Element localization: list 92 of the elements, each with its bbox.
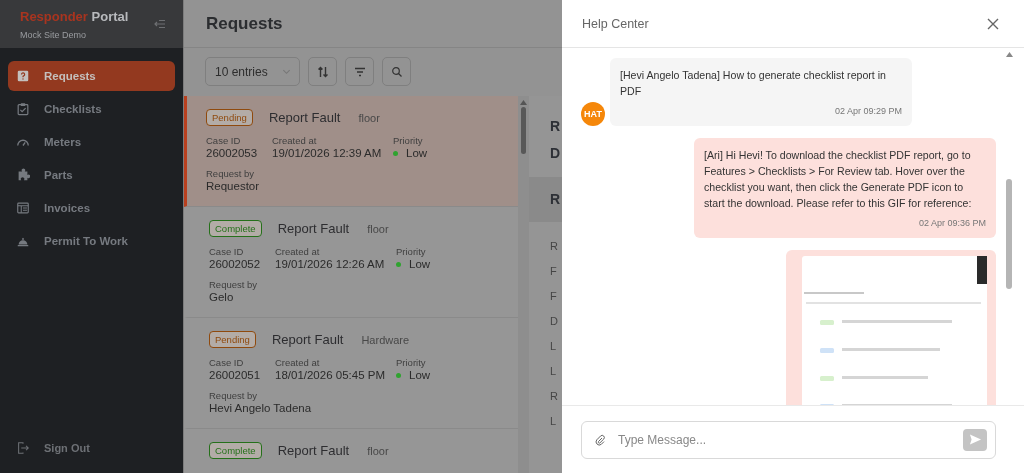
request-card[interactable]: Pending Report Fault floor Case ID Created at Priority 26002053 19/01/2026 12:39 AM Low Request by Requestor [184, 96, 518, 207]
panel-title: Help Center [582, 16, 649, 31]
detail-field-label: F [549, 289, 558, 304]
field-label: Request by [209, 390, 259, 401]
field-label: Created at [275, 357, 321, 368]
message-field[interactable]: Type Message... [581, 420, 996, 459]
nav-item[interactable]: Requests [8, 61, 175, 91]
filter-icon [353, 65, 366, 78]
message-text: [Hevi Angelo Tadena] How to generate checklist report in PDF [620, 68, 887, 99]
field-label: Created at [272, 135, 318, 146]
request-card[interactable]: Complete Report Fault floor [184, 429, 518, 473]
sign-out-icon [16, 441, 30, 455]
request-title: Report Fault [268, 110, 341, 125]
send-button[interactable] [963, 428, 987, 451]
user-avatar: HAT [581, 102, 605, 126]
requester-name: Hevi Angelo Tadena [209, 402, 313, 414]
sign-out-button[interactable]: Sign Out [0, 441, 183, 473]
scrollbar-thumb[interactable] [520, 107, 526, 154]
request-title: Report Fault [277, 221, 350, 236]
detail-field-label: R [549, 239, 559, 254]
scrollbar-thumb[interactable] [1006, 179, 1012, 289]
field-label: Request by [209, 279, 259, 290]
detail-field-label: L [549, 414, 558, 429]
status-badge: Complete [209, 442, 262, 459]
status-badge: Complete [209, 220, 262, 237]
attachment-icon[interactable] [594, 433, 606, 446]
message-input[interactable]: Type Message... [616, 431, 953, 448]
detail-heading: R [549, 117, 562, 136]
request-category: floor [358, 111, 380, 124]
requester-name: Requestor [206, 180, 261, 192]
request-category: floor [367, 444, 389, 457]
status-badge: Pending [206, 109, 253, 126]
case-id: 26002051 [209, 369, 262, 381]
message-text: [Ari] Hi Hevi! To download the checklist PDF report, go to Features > Checklists > For Review tab. Hover over the checklist you want, then click the Generate PDF icon to start the download. Please refer to this GIF for reference: [704, 148, 973, 211]
priority-value: Low [406, 147, 428, 159]
created-date: 18/01/2026 05:45 PM [275, 369, 386, 381]
search-button[interactable] [382, 57, 411, 86]
collapse-menu-icon[interactable] [154, 18, 166, 30]
nav-item[interactable]: Invoices [8, 193, 175, 223]
created-date: 19/01/2026 12:39 AM [272, 147, 383, 159]
field-label: Priority [396, 357, 427, 368]
puzzle-piece-icon [16, 168, 30, 182]
scroll-up-arrow-icon[interactable] [519, 100, 527, 105]
scroll-up-arrow-icon[interactable] [1005, 52, 1013, 57]
detail-field-label: D [549, 314, 559, 329]
nav-item[interactable]: Parts [8, 160, 175, 190]
field-label: Request by [206, 168, 256, 179]
question-mark-icon [16, 69, 30, 83]
nav-item[interactable]: Checklists [8, 94, 175, 124]
case-id: 26002053 [206, 147, 259, 159]
detail-field-label: F [549, 264, 558, 279]
field-label: Case ID [206, 135, 242, 146]
detail-field-label: L [549, 339, 558, 354]
field-label: Priority [396, 246, 427, 257]
message-time: 02 Apr 09:29 PM [833, 105, 902, 118]
table-icon [16, 201, 30, 215]
priority-value: Low [409, 258, 431, 270]
field-label: Case ID [209, 357, 245, 368]
request-card[interactable]: Complete Report Fault floor Case ID Created at Priority 26002052 19/01/2026 12:26 AM Low Request by Gelo [184, 207, 518, 318]
sort-button[interactable] [308, 57, 337, 86]
field-label: Created at [275, 246, 321, 257]
brand-title: Responder Portal [20, 8, 129, 24]
created-date: 19/01/2026 12:26 AM [275, 258, 386, 270]
filter-button[interactable] [345, 57, 374, 86]
priority-value: Low [409, 369, 431, 381]
field-label: Case ID [209, 246, 245, 257]
send-icon [968, 433, 982, 446]
chevron-down-icon [282, 67, 291, 76]
search-icon [390, 65, 403, 78]
close-icon [986, 16, 1000, 31]
requester-name: Gelo [209, 291, 235, 303]
close-button[interactable] [986, 16, 1000, 31]
request-title: Report Fault [277, 443, 350, 458]
request-category: floor [367, 222, 389, 235]
detail-field-label: R [549, 389, 559, 404]
nav-item[interactable]: Permit To Work [8, 226, 175, 256]
detail-field-label: L [549, 364, 558, 379]
request-title: Report Fault [271, 332, 344, 347]
field-label: Priority [393, 135, 424, 146]
clipboard-check-icon [16, 102, 30, 116]
brand-subtitle: Mock Site Demo [20, 29, 88, 40]
request-card[interactable]: Pending Report Fault Hardware Case ID Created at Priority 26002051 18/01/2026 05:45 PM Low Request by Hevi Angelo Tadena [184, 318, 518, 429]
request-category: Hardware [361, 333, 410, 346]
sort-icon [316, 65, 329, 78]
detail-heading: D [549, 144, 562, 163]
section-title: R [549, 190, 561, 209]
status-badge: Pending [209, 331, 256, 348]
message-time: 02 Apr 09:36 PM [917, 217, 986, 230]
page-title: Requests [206, 13, 283, 34]
nav-item[interactable]: Meters [8, 127, 175, 157]
entries-select[interactable]: 10 entries [205, 57, 300, 86]
case-id: 26002052 [209, 258, 262, 270]
